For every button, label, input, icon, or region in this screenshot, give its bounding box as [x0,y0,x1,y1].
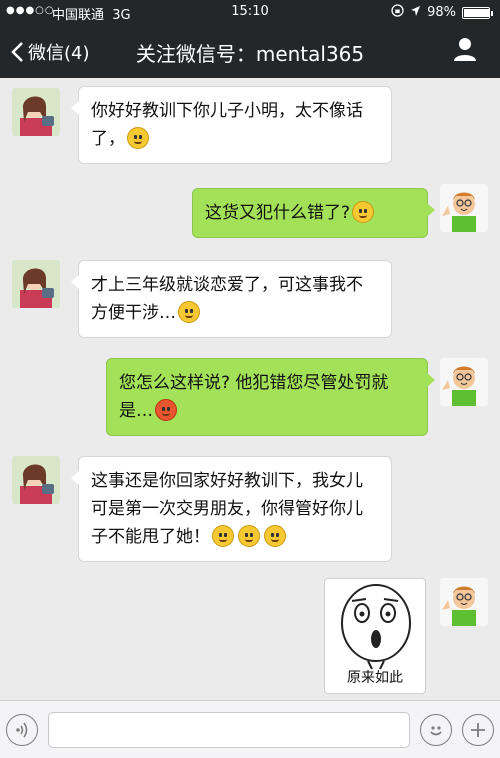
grimace-emoji-icon [178,301,200,323]
rage-face-sticker-icon [341,584,411,670]
message-text: 这货又犯什么错了? [205,203,351,223]
sound-wave-icon [16,722,28,738]
battery-percent: 98% [427,5,456,20]
person-icon [454,38,476,61]
contact-avatar[interactable] [12,88,60,136]
sticker-caption: 原来如此 [347,670,403,686]
rotation-lock-icon [391,4,404,21]
angry-emoji-icon [155,399,177,421]
contact-avatar[interactable] [12,260,60,308]
contact-avatar[interactable] [12,456,60,504]
voice-input-button[interactable] [6,714,38,746]
message-input[interactable] [48,712,410,748]
message-bubble[interactable]: 您怎么这样说? 他犯错您尽管处罚就是… [106,358,435,436]
my-avatar[interactable] [440,358,488,406]
message-bubble[interactable]: 这货又犯什么错了? [192,188,435,238]
smiley-icon [430,726,442,736]
my-avatar[interactable] [440,184,488,232]
my-avatar[interactable] [440,578,488,626]
plus-icon [471,723,485,737]
tongue-emoji-icon [352,201,375,223]
message-text: 才上三年级就谈恋爱了，可这事我不方便干涉… [91,275,363,323]
battery-icon [462,6,493,19]
status-bar: ●●●○○ 中国联通 3G 15:10 98% [0,0,500,24]
profile-button[interactable] [452,36,478,66]
laughing-emoji-icon [212,525,234,547]
input-bar [0,700,500,758]
chat-title: 关注微信号：mental365 [135,42,365,66]
emoji-button[interactable] [420,714,452,746]
message-bubble[interactable]: 这事还是你回家好好教训下，我女儿可是第一次交男朋友，你得管好你儿子不能甩了她！ [71,456,392,562]
chat-area[interactable]: 你好好教训下你儿子小明，太不像话了， 这货又犯什么错了? 才上三年级就谈恋爱了，… [0,78,500,700]
more-options-button[interactable] [462,714,494,746]
navigation-bar: 微信(4) 关注微信号：mental365 [0,24,500,78]
message-bubble[interactable]: 才上三年级就谈恋爱了，可这事我不方便干涉… [71,260,392,338]
smile-emoji-icon [127,127,149,149]
location-icon [410,5,421,21]
laughing-emoji-icon [264,525,286,547]
laughing-emoji-icon [238,525,260,547]
message-bubble[interactable]: 你好好教训下你儿子小明，太不像话了， [71,86,392,164]
sticker-message[interactable]: 原来如此 [324,578,426,694]
